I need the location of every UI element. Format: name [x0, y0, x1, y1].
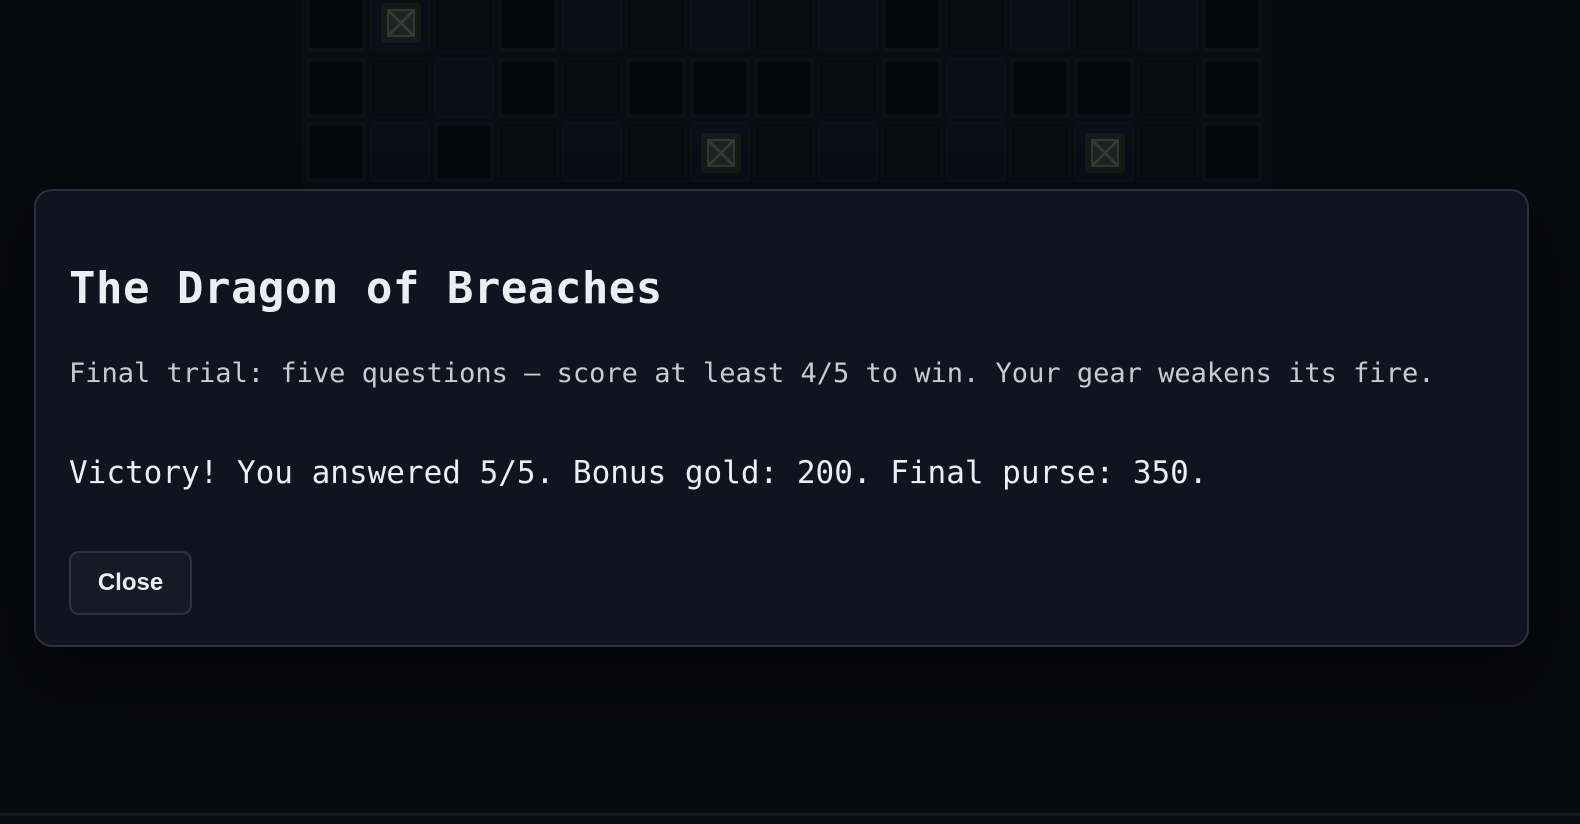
dialog-result-text: Victory! You answered 5/5. Bonus gold: 2… — [69, 455, 1208, 491]
footer-divider — [0, 813, 1580, 816]
boss-result-dialog: The Dragon of Breaches Final trial: five… — [34, 189, 1529, 647]
dialog-intro-text: Final trial: five questions — score at l… — [69, 358, 1435, 389]
close-button[interactable]: Close — [69, 551, 192, 615]
dialog-title: The Dragon of Breaches — [69, 263, 663, 314]
